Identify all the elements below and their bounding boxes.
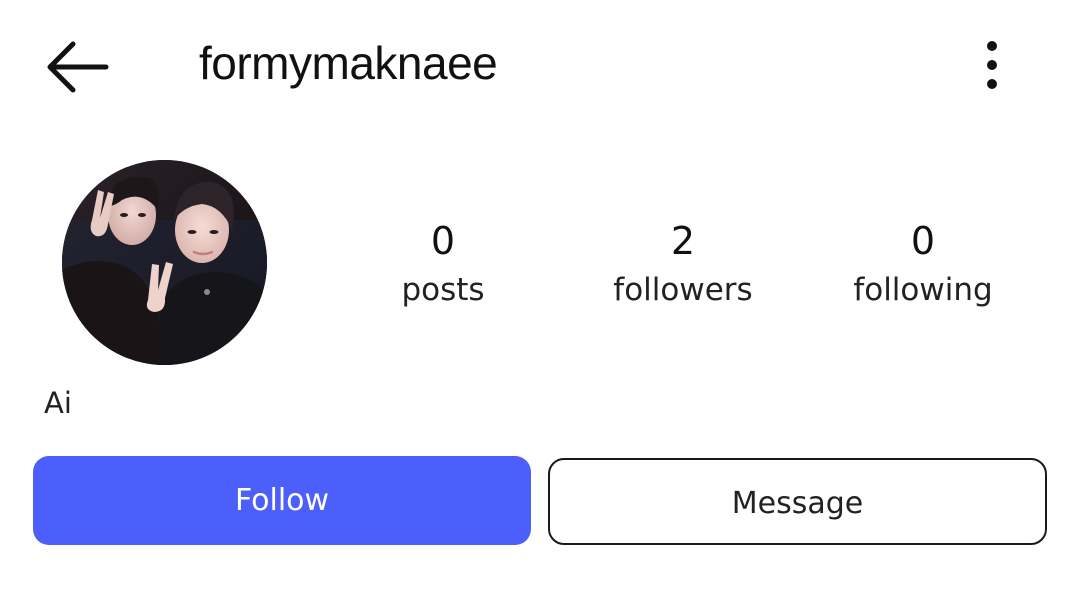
avatar-photo xyxy=(62,160,267,365)
arrow-left-icon xyxy=(47,41,109,93)
message-button-label: Message xyxy=(731,486,864,521)
message-button[interactable]: Message xyxy=(548,458,1047,545)
stat-posts[interactable]: 0 posts xyxy=(333,218,553,310)
profile-username: formymaknaee xyxy=(199,37,498,89)
following-count: 0 xyxy=(910,219,936,263)
stat-following[interactable]: 0 following xyxy=(813,218,1033,310)
profile-bio: Ai xyxy=(44,386,72,420)
followers-count: 2 xyxy=(670,219,696,263)
followers-label: followers xyxy=(613,272,753,308)
profile-page: formymaknaee 0 posts 2 followers 0 follo… xyxy=(0,0,1080,611)
more-options-button[interactable] xyxy=(972,38,1012,94)
posts-count: 0 xyxy=(430,219,456,263)
stat-followers[interactable]: 2 followers xyxy=(573,218,793,310)
follow-button[interactable]: Follow xyxy=(33,456,531,545)
avatar[interactable] xyxy=(62,160,267,365)
posts-label: posts xyxy=(401,272,485,308)
more-vertical-icon xyxy=(987,41,997,89)
following-label: following xyxy=(853,272,993,308)
follow-button-label: Follow xyxy=(234,483,330,518)
back-button[interactable] xyxy=(40,38,112,96)
